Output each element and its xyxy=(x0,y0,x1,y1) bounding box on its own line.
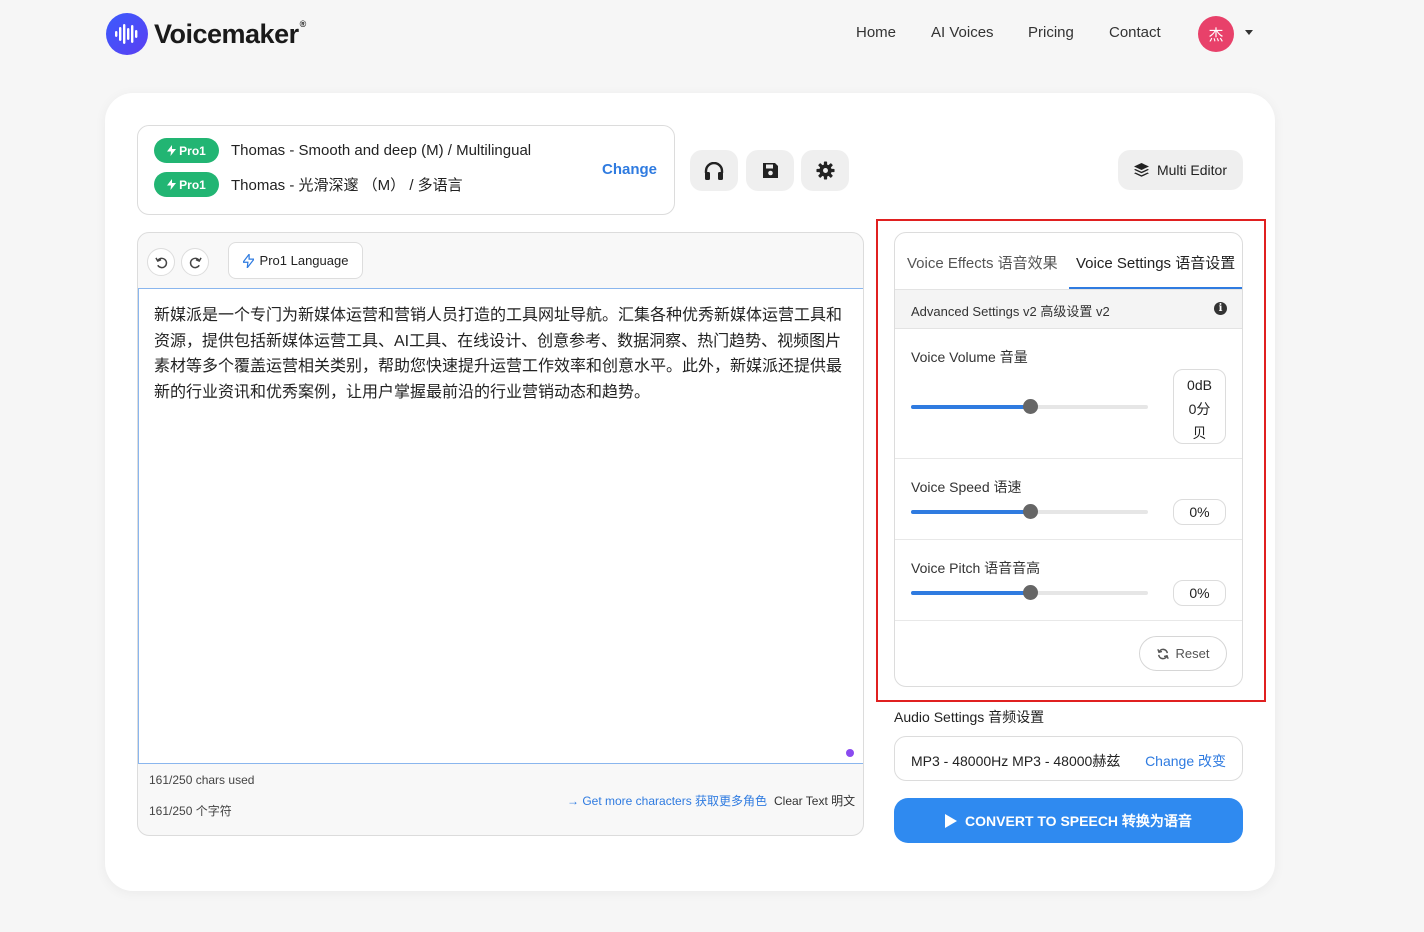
slider-fill xyxy=(911,591,1030,595)
multi-editor-label: Multi Editor xyxy=(1156,162,1228,178)
redo-button[interactable] xyxy=(181,248,209,276)
advanced-settings-label: Advanced Settings v2 高级设置 v2 xyxy=(911,304,1110,319)
audio-format-value: MP3 - 48000Hz MP3 - 48000赫兹 xyxy=(911,753,1121,769)
convert-label: CONVERT TO SPEECH 转换为语音 xyxy=(965,812,1192,829)
pitch-value[interactable]: 0% xyxy=(1173,580,1226,606)
layers-icon xyxy=(1133,163,1149,177)
pro-badge: Pro1 xyxy=(154,172,219,197)
undo-icon xyxy=(154,256,167,268)
redo-icon xyxy=(189,256,202,268)
voicemaker-logo[interactable]: Voicemaker® xyxy=(106,13,306,55)
divider xyxy=(895,458,1242,459)
divider xyxy=(895,620,1242,621)
volume-label: Voice Volume 音量 xyxy=(911,349,1028,365)
bolt-icon xyxy=(242,253,254,268)
slider-thumb[interactable] xyxy=(1022,504,1038,519)
bolt-icon xyxy=(167,145,177,156)
tab-voice-effects[interactable]: Voice Effects 语音效果 xyxy=(907,252,1058,273)
nav-pricing[interactable]: Pricing xyxy=(1028,24,1074,41)
play-icon xyxy=(945,813,958,828)
advanced-settings-bar: Advanced Settings v2 高级设置 v2 i xyxy=(895,290,1242,329)
voice-settings-panel: Voice Effects 语音效果 Voice Settings 语音设置 A… xyxy=(894,232,1243,687)
tab-voice-settings[interactable]: Voice Settings 语音设置 xyxy=(1076,252,1235,273)
clear-text-button[interactable]: Clear Text 明文 xyxy=(774,792,855,809)
floppy-disk-icon xyxy=(762,163,778,178)
chars-used: 161/250 chars used xyxy=(149,773,255,787)
logo-text: Voicemaker® xyxy=(154,18,306,49)
headphones-button[interactable] xyxy=(690,150,738,191)
save-button[interactable] xyxy=(746,150,794,191)
pro1-language-button[interactable]: Pro1 Language xyxy=(228,242,363,279)
text-editor-panel: Pro1 Language 新媒派是一个专门为新媒体运营和营销人员打造的工具网址… xyxy=(137,232,864,836)
refresh-icon xyxy=(1156,648,1169,659)
voice-name-english: Thomas - Smooth and deep (M) / Multiling… xyxy=(231,142,532,159)
chevron-down-icon[interactable] xyxy=(1245,30,1253,35)
speed-slider[interactable] xyxy=(911,504,1148,519)
voice-name-chinese: Thomas - 光滑深邃 （M） / 多语言 xyxy=(231,177,463,194)
headphones-icon xyxy=(704,161,724,180)
divider xyxy=(895,539,1242,540)
multi-editor-button[interactable]: Multi Editor xyxy=(1118,150,1243,190)
reset-button[interactable]: Reset xyxy=(1139,636,1227,671)
convert-to-speech-button[interactable]: CONVERT TO SPEECH 转换为语音 xyxy=(894,798,1243,843)
undo-button[interactable] xyxy=(147,248,175,276)
gear-icon xyxy=(815,161,835,180)
active-tab-indicator xyxy=(1069,287,1242,289)
speed-value[interactable]: 0% xyxy=(1173,499,1226,525)
pro-badge: Pro1 xyxy=(154,138,219,163)
slider-thumb[interactable] xyxy=(1022,399,1038,414)
chars-used-cn: 161/250 个字符 xyxy=(149,804,232,818)
get-more-characters-link[interactable]: → Get more characters 获取更多角色 xyxy=(567,792,767,809)
change-voice-link[interactable]: Change xyxy=(602,161,657,178)
nav-home[interactable]: Home xyxy=(856,24,896,41)
text-input[interactable]: 新媒派是一个专门为新媒体运营和营销人员打造的工具网址导航。汇集各种优秀新媒体运营… xyxy=(138,288,863,764)
change-audio-link[interactable]: Change 改变 xyxy=(1145,751,1226,771)
pro1-language-label: Pro1 Language xyxy=(259,253,349,268)
voice-row-english: Pro1 Thomas - Smooth and deep (M) / Mult… xyxy=(154,138,531,163)
volume-value[interactable]: 0dB 0分 贝 xyxy=(1173,369,1226,444)
settings-tabs: Voice Effects 语音效果 Voice Settings 语音设置 xyxy=(895,233,1242,290)
bolt-icon xyxy=(167,179,177,190)
voice-row-chinese: Pro1 Thomas - 光滑深邃 （M） / 多语言 xyxy=(154,172,463,197)
volume-slider[interactable] xyxy=(911,399,1148,414)
nav-ai-voices[interactable]: AI Voices xyxy=(931,24,994,41)
slider-thumb[interactable] xyxy=(1022,585,1038,600)
soundwave-icon xyxy=(106,13,148,55)
settings-button[interactable] xyxy=(801,150,849,191)
pitch-label: Voice Pitch 语音音高 xyxy=(911,560,1041,576)
text-content: 新媒派是一个专门为新媒体运营和营销人员打造的工具网址导航。汇集各种优秀新媒体运营… xyxy=(154,307,843,401)
user-avatar[interactable]: 杰 xyxy=(1198,16,1234,52)
voice-selector: Pro1 Thomas - Smooth and deep (M) / Mult… xyxy=(137,125,675,215)
slider-fill xyxy=(911,510,1030,514)
speed-label: Voice Speed 语速 xyxy=(911,479,1022,495)
slider-fill xyxy=(911,405,1030,409)
pitch-slider[interactable] xyxy=(911,585,1148,600)
audio-settings-label: Audio Settings 音频设置 xyxy=(894,709,1045,725)
resize-dot-icon xyxy=(846,749,854,757)
info-icon[interactable]: i xyxy=(1214,302,1227,315)
audio-format-selector: MP3 - 48000Hz MP3 - 48000赫兹 Change 改变 xyxy=(894,736,1243,781)
reset-label: Reset xyxy=(1175,646,1210,661)
nav-contact[interactable]: Contact xyxy=(1109,24,1161,41)
